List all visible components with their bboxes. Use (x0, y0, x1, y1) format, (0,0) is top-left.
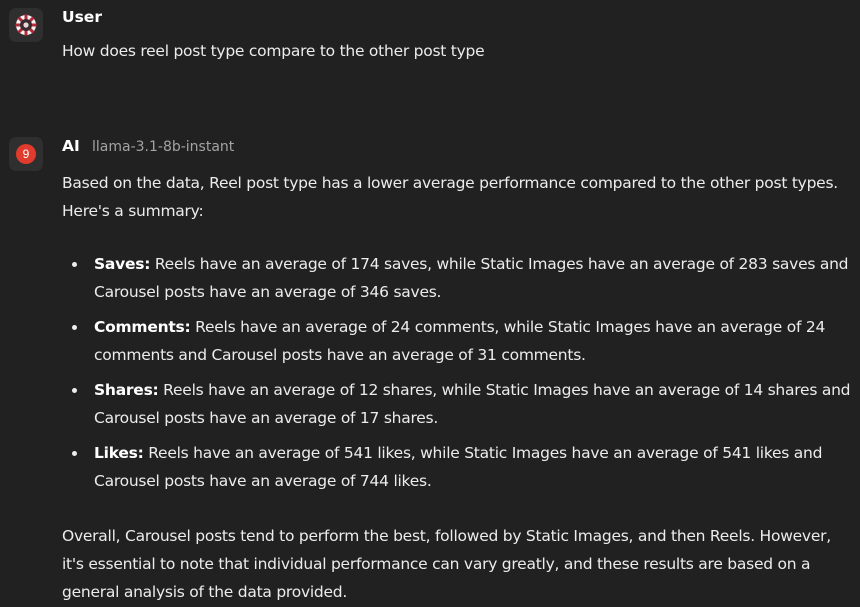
point-label: Likes: (94, 444, 144, 462)
list-item: Saves: Reels have an average of 174 save… (72, 250, 860, 306)
point-label: Saves: (94, 255, 151, 273)
list-item: Likes: Reels have an average of 541 like… (72, 439, 860, 495)
model-name-tag: llama-3.1-8b-instant (92, 139, 235, 155)
point-label: Shares: (94, 381, 159, 399)
summary-list: Saves: Reels have an average of 174 save… (62, 250, 860, 502)
list-item: Comments: Reels have an average of 24 co… (72, 313, 860, 369)
point-text: Reels have an average of 24 comments, wh… (94, 318, 826, 364)
point-text: Reels have an average of 174 saves, whil… (94, 255, 849, 301)
ai-sender-name: AI (62, 137, 80, 155)
list-item: Shares: Reels have an average of 12 shar… (72, 376, 860, 432)
ai-badge-icon: 9 (16, 144, 36, 164)
chat-thread: User How does reel post type compare to … (0, 0, 860, 607)
point-label: Comments: (94, 318, 191, 336)
point-text: Reels have an average of 541 likes, whil… (94, 444, 823, 490)
point-text: Reels have an average of 12 shares, whil… (94, 381, 851, 427)
ai-avatar: 9 (9, 137, 43, 171)
ai-intro-text: Based on the data, Reel post type has a … (62, 174, 838, 220)
ai-message: 9 AI llama-3.1-8b-instant Based on the d… (0, 0, 860, 607)
ai-conclusion-text: Overall, Carousel posts tend to perform … (62, 527, 831, 601)
